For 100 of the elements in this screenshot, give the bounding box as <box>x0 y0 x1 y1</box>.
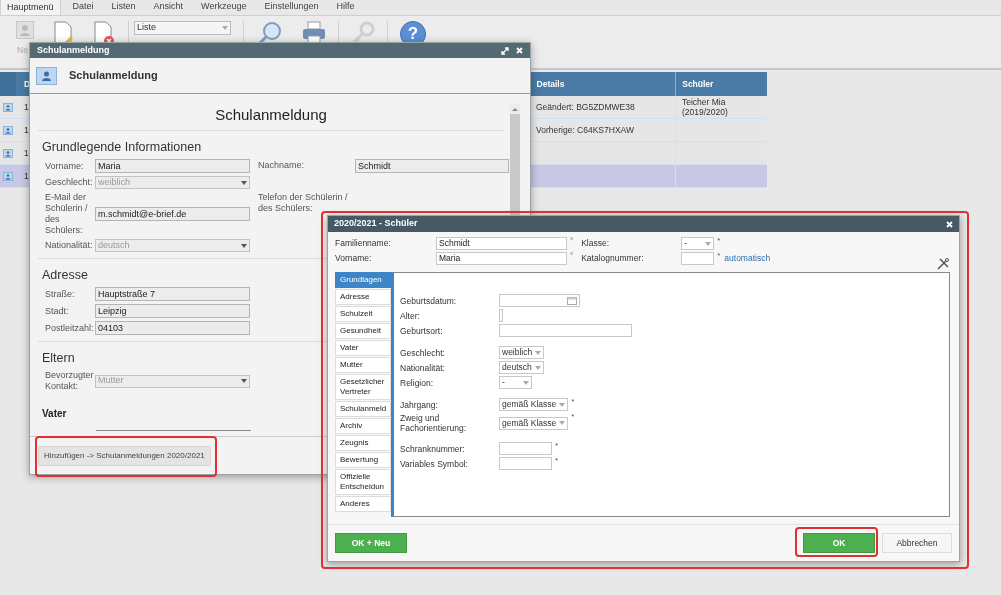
dialog-heading: Schulanmeldung <box>69 68 158 84</box>
field-label: Nationalität: <box>400 362 446 373</box>
caret-icon <box>523 380 529 385</box>
field-label: Postleitzahl: <box>45 322 95 334</box>
field-label: Bevorzugter Kontakt: <box>45 370 95 392</box>
field-label: Nachname: <box>258 159 306 173</box>
required-mark: * <box>717 237 721 245</box>
menu-tab[interactable]: Ansicht <box>147 0 190 15</box>
text-field[interactable]: Maria <box>95 159 250 173</box>
caret-icon <box>559 421 566 425</box>
toolbar-label: Ne <box>17 44 28 57</box>
select-field[interactable]: deutsch <box>499 361 544 374</box>
close-icon[interactable] <box>516 47 523 54</box>
dialog-title: Schulanmeldung <box>37 43 111 57</box>
field-label: Jahrgang: <box>400 399 439 410</box>
side-tab[interactable]: Grundlagen <box>335 272 391 288</box>
text-field[interactable]: Hauptstraße 7 <box>95 287 250 301</box>
field-label: Geschlecht: <box>45 177 94 188</box>
side-tab[interactable]: Gesetzlicher Vertreter <box>335 374 391 400</box>
side-tab[interactable]: Zeugnis <box>335 435 391 451</box>
maximize-icon[interactable] <box>501 46 509 55</box>
person-icon <box>3 102 13 112</box>
table-cell: 1 <box>24 146 29 160</box>
required-mark: ° <box>570 237 574 245</box>
menu-tab[interactable]: Hilfe <box>330 0 361 15</box>
text-field[interactable]: m.schmidt@e-brief.de <box>95 207 250 221</box>
required-mark: * <box>555 442 559 450</box>
person-icon <box>3 125 13 135</box>
select-field[interactable]: gemäß Klasse <box>499 398 569 411</box>
automatic-link[interactable]: automatisch <box>724 252 771 265</box>
side-tab[interactable]: Schulanmeld <box>335 401 391 417</box>
field-label: Variables Symbol: <box>400 458 469 469</box>
list-dropdown[interactable]: Liste <box>134 21 231 35</box>
text-field[interactable]: 04103 <box>95 321 250 335</box>
side-tab[interactable]: Bewertung <box>335 452 391 468</box>
person-card-icon <box>36 66 57 85</box>
table-cell: Geändert: BG5ZDMWE38 <box>536 100 635 114</box>
section-heading: Eltern <box>42 350 75 366</box>
table-cell-text: Teicher Mia (2019/2020) <box>682 97 729 117</box>
field-label: Telefon der Schülerin / des Schülers: <box>258 192 349 214</box>
caret-icon <box>705 241 712 246</box>
field-label: Nationalität: <box>45 240 94 251</box>
tools-icon[interactable] <box>937 258 949 270</box>
side-tab[interactable]: Schulzeit <box>335 306 391 322</box>
person-icon <box>3 148 13 158</box>
required-mark: * <box>571 398 575 406</box>
text-field[interactable] <box>681 252 715 265</box>
select-field[interactable]: - <box>681 237 715 250</box>
menu-tab[interactable]: Einstellungen <box>258 0 325 15</box>
field-label: Vorname: <box>45 160 85 172</box>
caret-icon <box>534 365 541 370</box>
caret-icon <box>559 402 566 407</box>
text-field[interactable]: Schmidt <box>355 159 509 173</box>
text-field[interactable]: Maria <box>436 252 567 265</box>
side-tab[interactable]: Archiv <box>335 418 391 434</box>
table-cell: Vorherige: C64KS7HXAW <box>536 123 634 137</box>
add-registration-button[interactable]: Hinzufügen -> Schulanmeldungen 2020/2021 <box>38 445 211 466</box>
scroll-up-icon[interactable] <box>510 104 520 114</box>
table-cell: 1 <box>24 169 29 183</box>
menu-tab[interactable]: Werkzeuge <box>195 0 253 15</box>
cancel-button[interactable]: Abbrechen <box>882 533 952 553</box>
select-field[interactable]: gemäß Klasse <box>499 416 569 430</box>
side-tab[interactable]: Vater <box>335 340 391 356</box>
close-icon[interactable] <box>946 220 953 228</box>
column-header[interactable]: Schüler <box>676 72 767 96</box>
field-label: Stadt: <box>45 305 70 317</box>
menu-tab[interactable]: Hauptmenü <box>0 0 61 15</box>
caret-icon <box>241 243 247 248</box>
required-mark: * <box>555 457 559 465</box>
field-label: Schranknummer: <box>400 443 466 454</box>
menu-tab[interactable]: Listen <box>105 0 142 15</box>
side-tab[interactable]: Offizielle Entscheidun <box>335 469 391 495</box>
field-label: Klasse: <box>581 237 611 250</box>
field-label: Alter: <box>400 310 421 321</box>
text-field[interactable]: Schmidt <box>436 237 567 250</box>
side-tab[interactable]: Adresse <box>335 289 391 305</box>
side-tab[interactable]: Gesundheit <box>335 323 391 339</box>
side-tab[interactable]: Anderes <box>335 496 391 512</box>
calendar-icon[interactable] <box>567 296 577 305</box>
menu-tab[interactable]: Datei <box>66 0 100 15</box>
select-field[interactable]: - <box>499 376 532 389</box>
text-field[interactable]: Leipzig <box>95 304 250 318</box>
field-label: Familienname: <box>335 237 392 250</box>
field-label: E-Mail der Schülerin / des Schülers: <box>45 192 89 236</box>
table-cell: 1 <box>24 100 29 114</box>
age-field[interactable] <box>499 309 503 322</box>
caret-icon <box>241 180 247 185</box>
required-mark: * <box>717 252 721 260</box>
field-label: Religion: <box>400 377 435 388</box>
form-title: Schulanmeldung <box>214 106 328 124</box>
date-field[interactable] <box>499 294 580 307</box>
dialog-title: 2020/2021 - Schüler <box>334 217 419 231</box>
text-field[interactable] <box>499 457 552 470</box>
required-mark: * <box>571 413 575 421</box>
text-field[interactable] <box>499 324 632 337</box>
text-field[interactable] <box>499 442 552 455</box>
select-field[interactable]: weiblich <box>499 346 545 359</box>
side-tab[interactable]: Mutter <box>335 357 391 373</box>
table-cell: 1 <box>24 123 29 137</box>
caret-icon <box>222 26 228 30</box>
